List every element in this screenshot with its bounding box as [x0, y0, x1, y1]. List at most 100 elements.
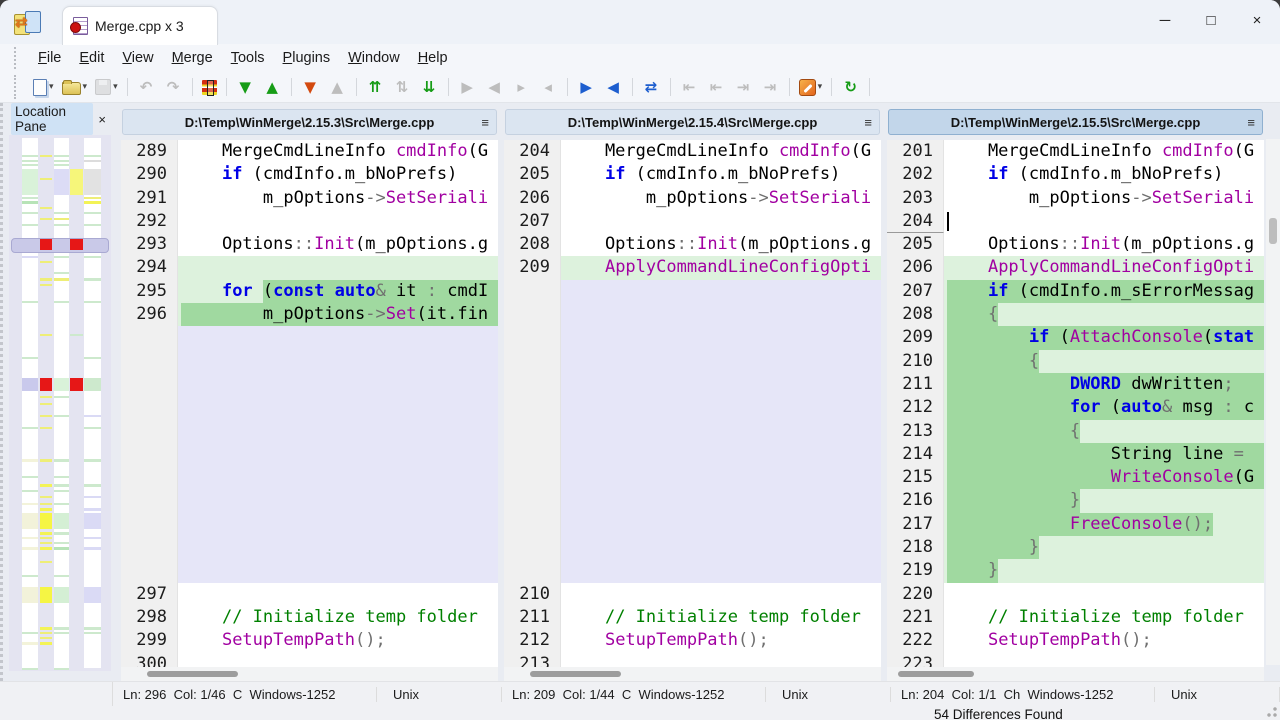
code-text[interactable]: Options::Init(m_pOptions.g	[944, 233, 1264, 256]
new-button[interactable]: ▾	[30, 77, 57, 98]
code-segment: m_pOptions	[947, 187, 1131, 210]
menu-item-merge[interactable]: Merge	[163, 47, 222, 69]
menu-item-view[interactable]: View	[113, 47, 162, 69]
pane-header-1[interactable]: D:\Temp\WinMerge\2.15.3\Src\Merge.cpp≡	[122, 109, 497, 135]
pane-menu-icon[interactable]: ≡	[481, 115, 489, 130]
document-tab[interactable]: Merge.cpp x 3	[62, 6, 218, 45]
code-text[interactable]: SetupTempPath();	[944, 629, 1264, 652]
code-text[interactable]: ApplyCommandLineConfigOpti	[944, 256, 1264, 279]
code-text[interactable]: // Initialize temp folder	[561, 606, 881, 629]
code-area-1[interactable]: 289 MergeCmdLineInfo cmdInfo(G290 if (cm…	[121, 140, 498, 667]
dropdown-caret-icon[interactable]: ▾	[49, 82, 54, 92]
line-number: 223	[887, 653, 944, 667]
pane-header-2[interactable]: D:\Temp\WinMerge\2.15.4\Src\Merge.cpp≡	[505, 109, 880, 135]
code-text[interactable]: {	[944, 303, 1264, 326]
horizontal-scrollbar-thumb[interactable]	[147, 671, 237, 677]
horizontal-scrollbar-1[interactable]	[121, 667, 498, 681]
horizontal-scrollbar-thumb[interactable]	[530, 671, 620, 677]
code-text[interactable]	[944, 210, 1264, 233]
code-text[interactable]: String line =	[944, 443, 1264, 466]
code-text[interactable]: if (cmdInfo.m_sErrorMessag	[944, 280, 1264, 303]
menu-item-edit[interactable]: Edit	[70, 47, 113, 69]
code-text[interactable]	[178, 210, 498, 233]
location-pane-close-icon[interactable]: ×	[93, 112, 111, 127]
code-text[interactable]	[944, 653, 1264, 667]
code-area-2[interactable]: 204 MergeCmdLineInfo cmdInfo(G205 if (cm…	[504, 140, 881, 667]
horizontal-scrollbar-thumb[interactable]	[898, 671, 973, 677]
pane-header-3[interactable]: D:\Temp\WinMerge\2.15.5\Src\Merge.cpp≡	[888, 109, 1263, 135]
vertical-scrollbar-thumb[interactable]	[1269, 218, 1277, 244]
code-text[interactable]: if (cmdInfo.m_bNoPrefs)	[561, 163, 881, 186]
code-text[interactable]: if (AttachConsole(stat	[944, 326, 1264, 349]
code-text[interactable]: SetupTempPath();	[561, 629, 881, 652]
code-text[interactable]: // Initialize temp folder	[178, 606, 498, 629]
code-text[interactable]: m_pOptions->Set(it.fin	[178, 303, 498, 326]
code-text[interactable]: MergeCmdLineInfo cmdInfo(G	[178, 140, 498, 163]
code-text[interactable]: MergeCmdLineInfo cmdInfo(G	[944, 140, 1264, 163]
refresh-button[interactable]: ↻	[838, 76, 863, 98]
menu-item-window[interactable]: Window	[339, 47, 409, 69]
code-text[interactable]: }	[944, 536, 1264, 559]
horizontal-scrollbar-3[interactable]	[887, 667, 1264, 681]
code-area-3[interactable]: 201 MergeCmdLineInfo cmdInfo(G202 if (cm…	[887, 140, 1264, 667]
view-diff-context-button[interactable]	[199, 78, 220, 97]
copy-both-button[interactable]: ⇄	[639, 76, 664, 98]
code-text[interactable]: m_pOptions->SetSeriali	[944, 187, 1264, 210]
code-text[interactable]: MergeCmdLineInfo cmdInfo(G	[561, 140, 881, 163]
code-text[interactable]: SetupTempPath();	[178, 629, 498, 652]
code-text[interactable]: DWORD dwWritten;	[944, 373, 1264, 396]
code-text[interactable]	[561, 583, 881, 606]
previous-difference-button[interactable]: ▲	[260, 76, 285, 98]
code-text[interactable]: {	[944, 420, 1264, 443]
vertical-scrollbar[interactable]	[1266, 139, 1280, 665]
code-text[interactable]: // Initialize temp folder	[944, 606, 1264, 629]
location-diff-stripe	[84, 587, 101, 603]
menu-item-plugins[interactable]: Plugins	[274, 47, 340, 69]
copy-right-button[interactable]: ▶	[574, 76, 599, 98]
menu-item-file[interactable]: File	[29, 47, 70, 69]
code-text[interactable]: FreeConsole();	[944, 513, 1264, 536]
horizontal-scrollbar-2[interactable]	[504, 667, 881, 681]
menu-item-help[interactable]: Help	[409, 47, 457, 69]
toolbar-gripper[interactable]	[14, 75, 21, 99]
open-button[interactable]: ▾	[59, 77, 91, 97]
maximize-button[interactable]: □	[1188, 0, 1234, 40]
dropdown-caret-icon[interactable]: ▾	[83, 82, 88, 92]
code-text[interactable]	[178, 653, 498, 667]
code-text[interactable]	[944, 583, 1264, 606]
code-text[interactable]: m_pOptions->SetSeriali	[561, 187, 881, 210]
code-text[interactable]: for (const auto& it : cmdI	[178, 280, 498, 303]
code-text[interactable]: for (auto& msg : c	[944, 396, 1264, 419]
resize-grip[interactable]	[1267, 707, 1277, 717]
last-difference-button[interactable]: ⇊	[417, 76, 442, 98]
code-text[interactable]: Options::Init(m_pOptions.g	[561, 233, 881, 256]
options-button[interactable]: ▾	[796, 77, 826, 98]
first-difference-button[interactable]: ⇈	[363, 76, 388, 98]
code-text[interactable]: if (cmdInfo.m_bNoPrefs)	[178, 163, 498, 186]
code-text[interactable]: WriteConsole(G	[944, 466, 1264, 489]
dropdown-caret-icon[interactable]: ▾	[113, 82, 118, 92]
location-pane-map[interactable]	[9, 135, 111, 671]
next-difference-button[interactable]: ▼	[233, 76, 258, 98]
code-text[interactable]: Options::Init(m_pOptions.g	[178, 233, 498, 256]
code-text[interactable]	[178, 256, 498, 279]
code-text[interactable]: }	[944, 559, 1264, 582]
pane-menu-icon[interactable]: ≡	[864, 115, 872, 130]
code-text[interactable]: }	[944, 489, 1264, 512]
menubar-gripper[interactable]	[14, 47, 21, 69]
code-text[interactable]	[178, 583, 498, 606]
close-button[interactable]: ×	[1234, 0, 1280, 40]
location-current-position-band[interactable]	[11, 238, 109, 253]
current-difference-button[interactable]: ▼	[298, 76, 323, 98]
code-text[interactable]: ApplyCommandLineConfigOpti	[561, 256, 881, 279]
code-text[interactable]	[561, 653, 881, 667]
code-text[interactable]	[561, 210, 881, 233]
menu-item-tools[interactable]: Tools	[222, 47, 274, 69]
minimize-button[interactable]: ─	[1142, 0, 1188, 40]
code-text[interactable]: {	[944, 350, 1264, 373]
code-text[interactable]: m_pOptions->SetSeriali	[178, 187, 498, 210]
dropdown-caret-icon[interactable]: ▾	[818, 82, 823, 92]
pane-menu-icon[interactable]: ≡	[1247, 115, 1255, 130]
code-text[interactable]: if (cmdInfo.m_bNoPrefs)	[944, 163, 1264, 186]
copy-left-button[interactable]: ◀	[601, 76, 626, 98]
